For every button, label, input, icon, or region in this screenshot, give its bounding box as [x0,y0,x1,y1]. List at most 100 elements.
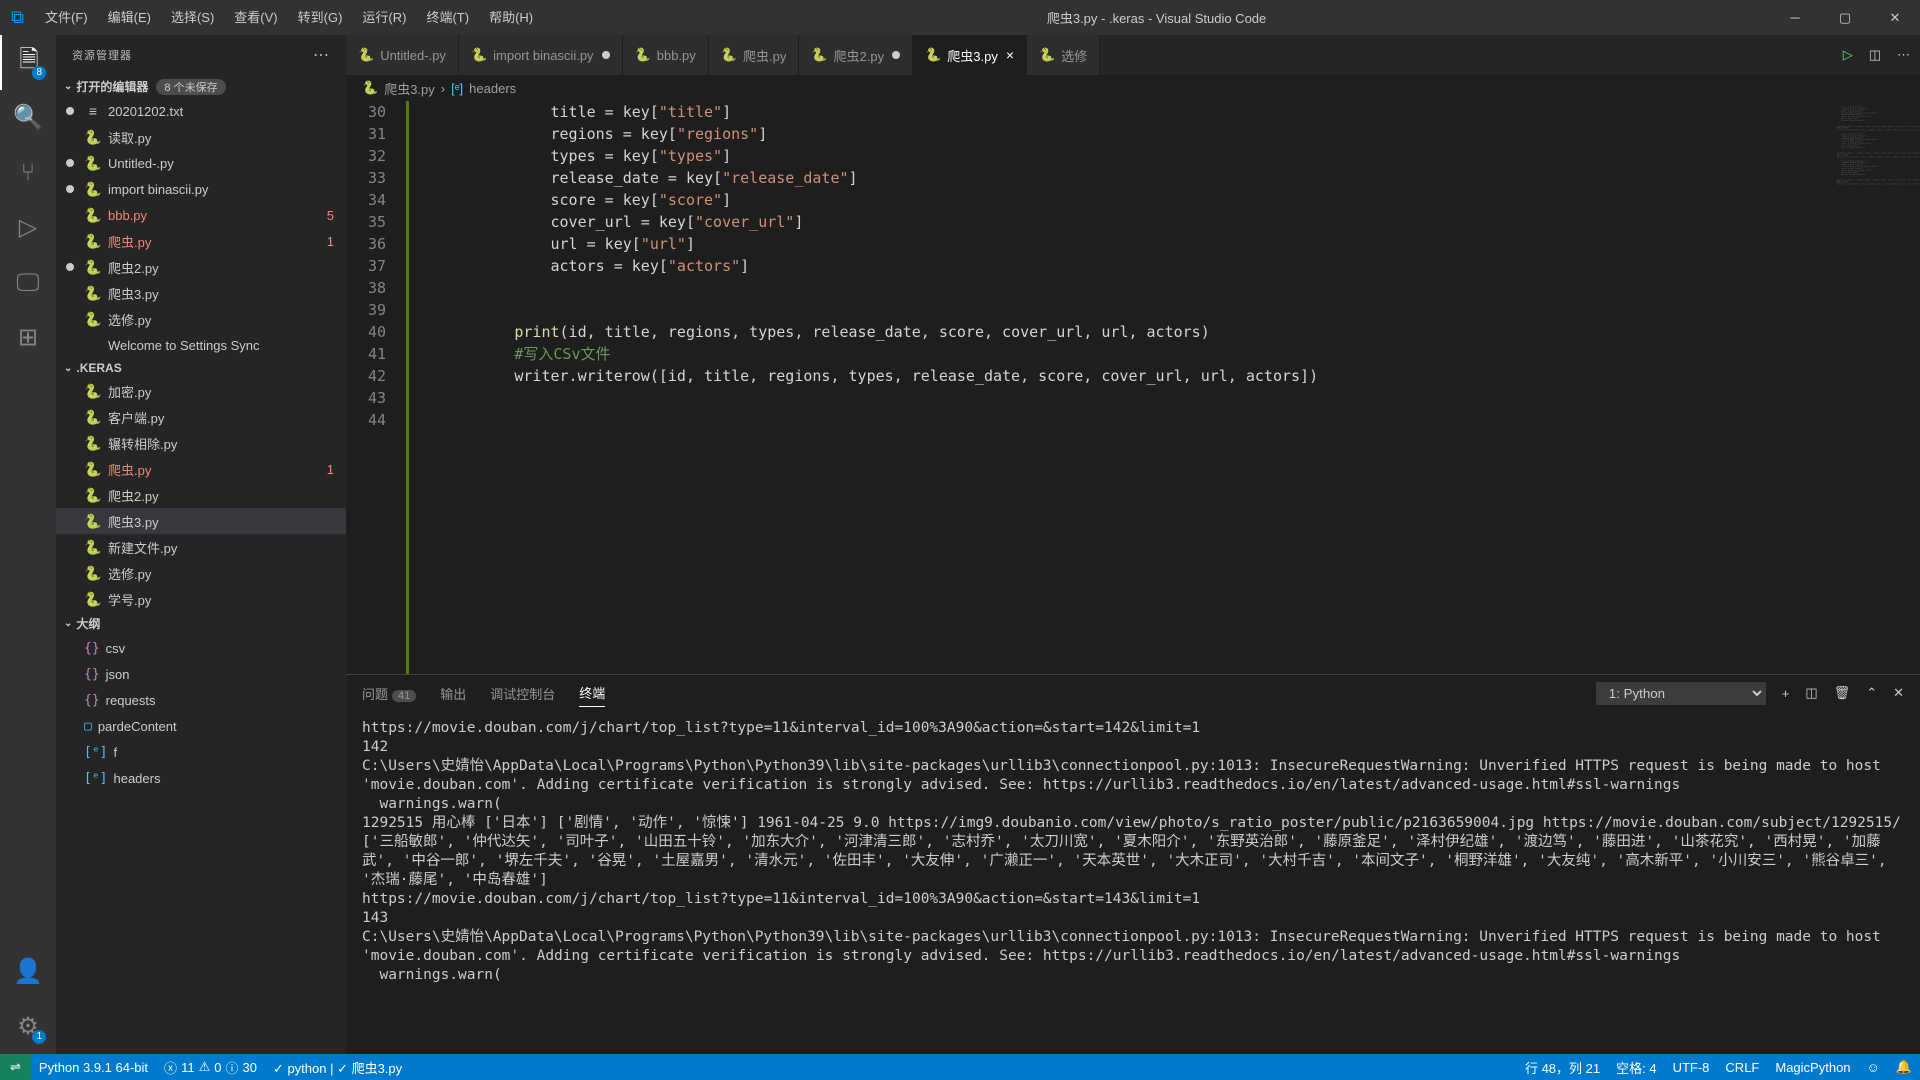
outline-header[interactable]: ⌄ 大纲 [56,612,346,635]
extensions-icon[interactable]: ⊞ [0,310,56,365]
run-icon[interactable]: ▷ [1843,47,1853,63]
open-editor-item[interactable]: 🐍爬虫2.py [56,254,346,280]
editor-tab[interactable]: 🐍Untitled-.py [346,35,459,75]
folder-file-item[interactable]: 🐍爬虫.py1 [56,456,346,482]
outline-item[interactable]: {}requests [56,687,346,713]
symbol-label: pardeContent [98,719,177,734]
folder-file-item[interactable]: 🐍新建文件.py [56,534,346,560]
close-panel-icon[interactable]: ✕ [1893,685,1904,701]
language-mode[interactable]: MagicPython [1767,1054,1858,1080]
bell-icon[interactable]: 🔔 [1888,1054,1920,1080]
status-bar: ⇌ Python 3.9.1 64-bit ⓧ11 ⚠0 ⓘ30 ✓ pytho… [0,1054,1920,1080]
folder-file-item[interactable]: 🐍客户端.py [56,404,346,430]
editor-tab[interactable]: 🐍爬虫2.py [799,35,913,75]
open-editors-list: ≡20201202.txt🐍读取.py🐍Untitled-.py🐍import … [56,98,346,358]
python-version[interactable]: Python 3.9.1 64-bit [31,1054,156,1080]
open-editor-item[interactable]: 🐍爬虫3.py [56,280,346,306]
encoding[interactable]: UTF-8 [1665,1054,1718,1080]
symbol-icon: {} [84,693,100,708]
chevron-up-icon[interactable]: ⌃ [1866,685,1877,701]
folder-header[interactable]: ⌄ .KERAS [56,358,346,378]
code-editor[interactable]: 303132333435363738394041424344 title = k… [346,101,1920,674]
explorer-icon[interactable]: 🗎8 [0,35,56,90]
menu-item[interactable]: 转到(G) [288,0,353,35]
open-editor-item[interactable]: 🐍读取.py [56,124,346,150]
close-icon[interactable]: × [1006,47,1014,63]
tab-label: bbb.py [657,48,696,63]
editor-tab[interactable]: 🐍爬虫.py [709,35,800,75]
search-icon[interactable]: 🔍 [0,90,56,145]
breadcrumb-symbol: headers [469,81,516,96]
outline-item[interactable]: {}csv [56,635,346,661]
folder-file-item[interactable]: 🐍辗转相除.py [56,430,346,456]
breadcrumb[interactable]: 🐍 爬虫3.py › [ᵉ] headers [346,75,1920,101]
editor-tab[interactable]: 🐍选修 [1027,35,1100,75]
outline-item[interactable]: [ᵉ]headers [56,765,346,791]
file-icon: 🐍 [84,207,102,224]
cursor-position[interactable]: 行 48，列 21 [1517,1054,1608,1080]
menu-item[interactable]: 帮助(H) [479,0,543,35]
open-editor-item[interactable]: 🐍Untitled-.py [56,150,346,176]
folder-file-item[interactable]: 🐍爬虫3.py [56,508,346,534]
account-icon[interactable]: 👤 [0,944,56,999]
menu-item[interactable]: 终端(T) [416,0,479,35]
more-icon[interactable]: ⋯ [313,45,330,65]
menu-item[interactable]: 查看(V) [224,0,287,35]
minimap[interactable]: title = key["title"] regions = key["regi… [1820,101,1920,674]
panel-tab[interactable]: 输出 [440,680,466,707]
outline-item[interactable]: ▢pardeContent [56,713,346,739]
menu-item[interactable]: 编辑(E) [98,0,161,35]
menu-item[interactable]: 文件(F) [35,0,98,35]
folder-file-item[interactable]: 🐍加密.py [56,378,346,404]
python-icon: 🐍 [635,47,651,63]
menu-item[interactable]: 选择(S) [161,0,224,35]
file-label: import binascii.py [108,182,346,197]
open-editor-item[interactable]: Welcome to Settings Sync [56,332,346,358]
outline-item[interactable]: [ᵉ]f [56,739,346,765]
more-icon[interactable]: ⋯ [1897,47,1910,63]
debug-icon[interactable]: ▷ [0,200,56,255]
editor-tab[interactable]: 🐍import binascii.py [459,35,623,75]
open-editor-item[interactable]: ≡20201202.txt [56,98,346,124]
terminal-content[interactable]: https://movie.douban.com/j/chart/top_lis… [346,711,1920,1054]
file-icon: 🐍 [84,591,102,608]
problem-count: 5 [327,208,346,223]
folder-file-item[interactable]: 🐍爬虫2.py [56,482,346,508]
eol[interactable]: CRLF [1717,1054,1767,1080]
open-editor-item[interactable]: 🐍爬虫.py1 [56,228,346,254]
folder-file-item[interactable]: 🐍选修.py [56,560,346,586]
remote-icon[interactable]: 🖵 [0,255,56,310]
menu-item[interactable]: 运行(R) [352,0,416,35]
editor-tab[interactable]: 🐍 bbb.py [623,35,709,75]
new-terminal-icon[interactable]: + [1782,686,1790,701]
source-control-icon[interactable]: ⑂ [0,145,56,200]
open-editor-item[interactable]: 🐍import binascii.py [56,176,346,202]
modified-dot-icon [66,263,74,271]
close-button[interactable]: ✕ [1870,0,1920,35]
open-editor-item[interactable]: 🐍bbb.py5 [56,202,346,228]
terminal-selector[interactable]: 1: Python [1596,682,1766,705]
code-content[interactable]: title = key["title"] regions = key["regi… [406,101,1920,674]
panel-tab[interactable]: 问题41 [362,680,416,707]
open-editors-header[interactable]: ⌄ 打开的编辑器 8 个未保存 [56,75,346,98]
editor-tab[interactable]: 🐍爬虫3.py× [913,35,1027,75]
outline-item[interactable]: {}json [56,661,346,687]
open-editor-item[interactable]: 🐍选修.py [56,306,346,332]
indentation[interactable]: 空格: 4 [1608,1054,1664,1080]
split-terminal-icon[interactable]: ◫ [1805,685,1817,701]
feedback-icon[interactable]: ☺ [1859,1054,1888,1080]
folder-file-item[interactable]: 🐍学号.py [56,586,346,612]
linter-status[interactable]: ✓ python | ✓ 爬虫3.py [265,1054,410,1080]
panel-tab[interactable]: 调试控制台 [490,680,555,707]
settings-icon[interactable]: ⚙1 [0,999,56,1054]
panel-tab[interactable]: 终端 [579,679,605,707]
symbol-label: json [106,667,130,682]
remote-indicator[interactable]: ⇌ [0,1054,31,1080]
minimize-button[interactable]: ─ [1770,0,1820,35]
problems-status[interactable]: ⓧ11 ⚠0 ⓘ30 [156,1054,265,1080]
file-label: 辗转相除.py [108,434,346,453]
trash-icon[interactable]: 🗑 [1834,685,1851,701]
maximize-button[interactable]: ▢ [1820,0,1870,35]
split-icon[interactable]: ◫ [1869,47,1881,63]
tab-label: 选修 [1061,46,1087,65]
